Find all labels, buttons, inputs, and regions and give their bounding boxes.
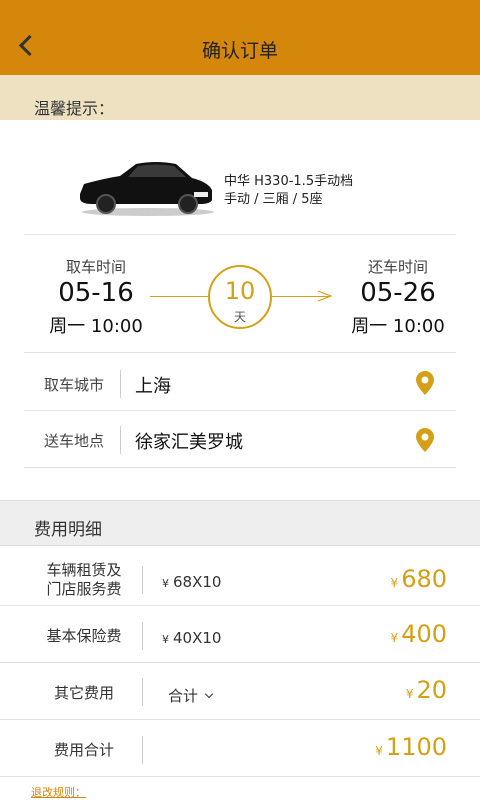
divider [24,410,456,411]
separator [142,622,143,650]
fee-formula-value: 68X10 [173,573,222,591]
fee-label-line: 门店服务费 [46,580,122,598]
divider [0,719,480,720]
divider [0,776,480,777]
location-pin-icon[interactable] [416,371,434,395]
fee-amount-value: 400 [401,620,447,648]
duration-badge: 10 天 [208,265,272,329]
duration-days: 10 [224,277,256,305]
fee-amount: ¥400 [391,620,447,648]
fee-label: 车辆租赁及 门店服务费 [40,561,128,599]
arrow-line-left [150,296,208,297]
fee-label-line: 车辆租赁及 [46,561,122,579]
fee-label: 基本保险费 [46,627,122,645]
fee-total-amount: ¥1100 [375,733,447,761]
return-time-label: 还车时间 [367,258,428,276]
fee-formula: ¥40X10 [162,629,221,647]
currency-symbol: ¥ [390,576,399,590]
separator [142,678,143,706]
pickup-city-value[interactable]: 上海 [135,372,171,398]
pickup-time[interactable]: 周一 10:00 [16,312,176,338]
fee-amount: ¥20 [406,676,447,704]
fee-amount-value: 1100 [385,733,447,761]
separator [120,370,121,398]
separator [142,566,143,594]
currency-symbol: ¥ [375,744,383,758]
pickup-time-label: 取车时间 [65,258,126,276]
return-time[interactable]: 周一 10:00 [318,312,478,338]
delivery-value[interactable]: 徐家汇美罗城 [135,428,243,454]
fee-amount-value: 680 [401,565,447,593]
other-fee-total-label: 合计 [168,687,199,705]
fee-amount-value: 20 [416,676,447,704]
delivery-label: 送车地点 [44,432,105,450]
car-name: 中华 H330-1.5手动档 [224,174,354,189]
currency-symbol: ¥ [162,633,169,646]
fee-label: 其它费用 [53,684,114,702]
fee-formula: ¥68X10 [162,573,221,591]
fee-amount: ¥680 [391,565,447,593]
car-image [80,162,214,216]
refund-rules-link[interactable]: 退改规则： [31,784,86,800]
currency-symbol: ¥ [390,631,399,645]
car-spec: 手动 / 三厢 / 5座 [224,192,323,207]
location-pin-icon[interactable] [416,428,434,452]
app-header: 确认订单 [0,0,480,75]
currency-symbol: ¥ [405,687,414,701]
separator [120,426,121,454]
chevron-down-icon [204,689,214,699]
fee-formula-value: 40X10 [173,629,222,647]
fee-section-title: 费用明细 [34,520,102,540]
separator [142,736,143,764]
other-fee-dropdown[interactable]: 合计 [168,685,214,706]
return-date[interactable]: 05-26 [318,278,478,308]
currency-symbol: ¥ [162,577,169,590]
divider [24,234,456,235]
divider [0,605,480,606]
fee-section-header: 费用明细 [0,500,480,546]
tip-label: 温馨提示： [34,99,115,118]
duration-unit: 天 [233,310,246,324]
pickup-city-label: 取车城市 [44,376,105,394]
tip-bar: 温馨提示： [0,75,480,120]
divider [24,352,456,353]
fee-label: 费用合计 [53,741,114,759]
divider [24,467,456,468]
pickup-date[interactable]: 05-16 [16,278,176,308]
divider [0,662,480,663]
